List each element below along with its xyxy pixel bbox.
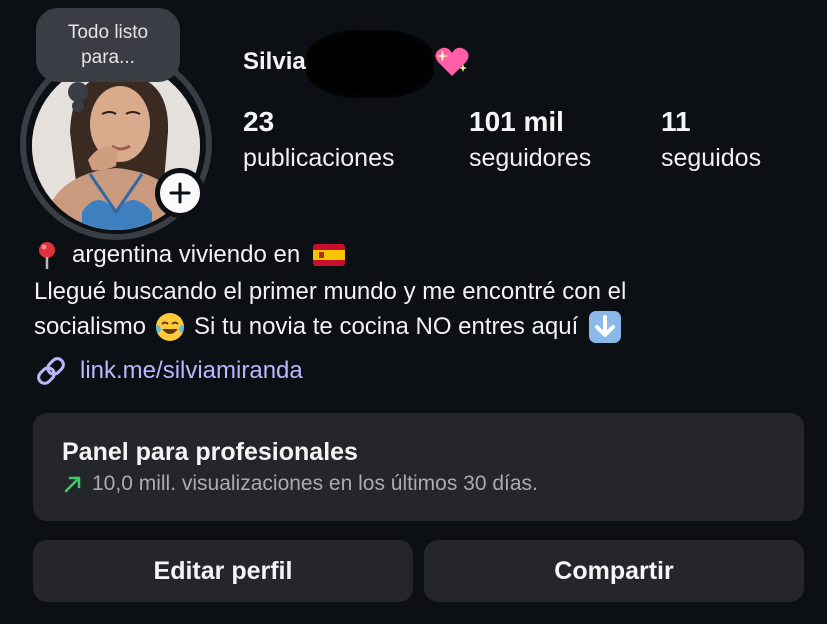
note-line-2: para... [81,47,135,68]
panel-title: Panel para profesionales [62,438,358,466]
professional-dashboard-card[interactable] [33,413,804,521]
stat-following-value: 11 [661,106,691,137]
stat-followers-label: seguidores [469,144,592,172]
sparkling-heart-icon [435,47,469,76]
bio-text-3b: Si tu novia te cocina NO entres aquí [194,313,579,340]
bio-line-1: argentina viviendo en [34,240,346,270]
bio-text-1: argentina viviendo en [72,241,301,268]
trend-up-arrow-icon [64,476,81,493]
note-bubble[interactable]: Todo listo para... [36,8,180,82]
stat-posts[interactable]: 23 publicaciones [243,106,395,173]
panel-subtitle: 10,0 mill. visualizaciones en los último… [62,472,538,496]
name-redaction [306,30,434,98]
share-profile-button[interactable]: Compartir [424,540,804,602]
note-tail-dot [68,82,88,102]
bio-line-3: socialismo Si tu novia te cocina NO entr… [34,310,622,344]
edit-profile-button[interactable]: Editar perfil [33,540,413,602]
stat-posts-value: 23 [243,106,275,137]
stat-following-label: seguidos [661,144,762,172]
bio-text-3a: socialismo [34,313,147,340]
spain-flag-icon [313,244,346,266]
profile-username: Silvia [243,48,306,75]
laughing-tears-emoji-icon [156,313,185,341]
bio-line-2: Llegué buscando el primer mundo y me enc… [34,278,627,305]
stat-followers[interactable]: 101 mil seguidores [469,106,591,173]
note-tail-dot-small [72,100,84,112]
bio-link[interactable]: link.me/silviamiranda [34,352,303,390]
link-icon [37,357,65,385]
bio-link-text: link.me/silviamiranda [80,357,303,384]
add-story-button[interactable] [155,168,205,218]
note-line-1: Todo listo [67,22,149,43]
stat-following[interactable]: 11 seguidos [661,106,761,173]
stat-posts-label: publicaciones [243,144,395,172]
down-arrow-button-icon [589,311,622,343]
plus-icon [169,182,191,204]
panel-subtitle-text: 10,0 mill. visualizaciones en los último… [92,472,538,495]
stat-followers-value: 101 mil [469,106,564,137]
pin-icon [39,242,55,269]
